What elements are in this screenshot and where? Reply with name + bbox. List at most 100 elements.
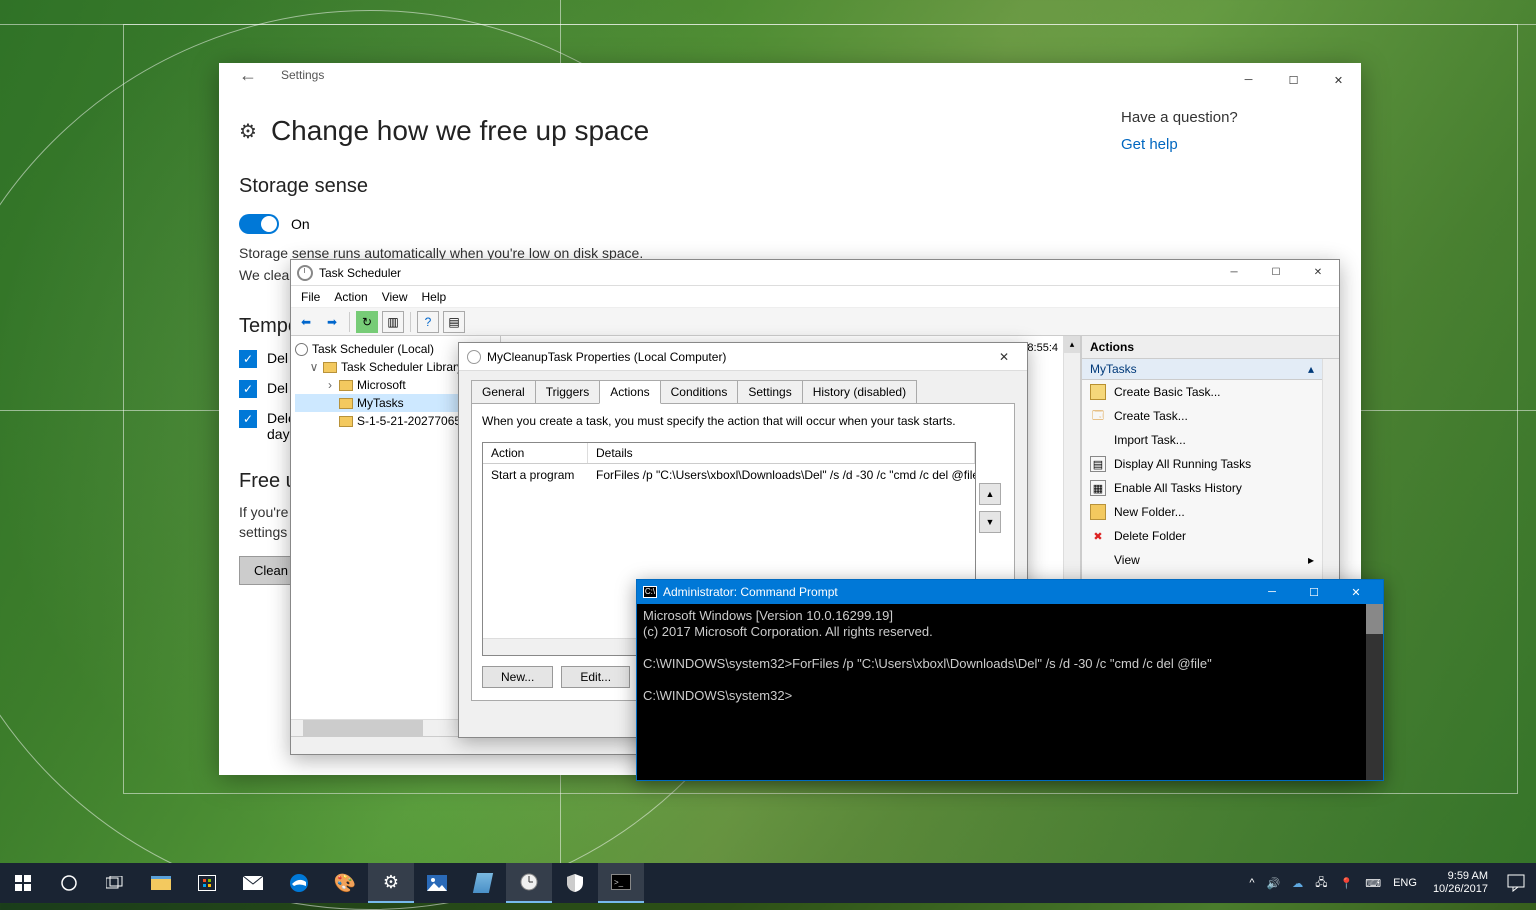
actions-instruction: When you create a task, you must specify…: [482, 414, 1004, 428]
tray-network-icon[interactable]: 🖧: [1315, 874, 1327, 893]
cmd-output[interactable]: Microsoft Windows [Version 10.0.16299.19…: [637, 604, 1383, 780]
toolbar-properties-icon[interactable]: ▥: [382, 311, 404, 333]
submenu-arrow-icon: ▸: [1308, 553, 1314, 567]
checkbox-3[interactable]: ✓: [239, 410, 257, 428]
move-down-button[interactable]: ▼: [979, 511, 1001, 533]
close-button[interactable]: ✕: [1316, 65, 1361, 95]
checkbox-2[interactable]: ✓: [239, 380, 257, 398]
task-scheduler-titlebar[interactable]: Task Scheduler ─ ☐ ✕: [291, 260, 1339, 286]
menu-action[interactable]: Action: [334, 290, 367, 304]
properties-icon: [467, 350, 481, 364]
checkbox-1-label: Del: [267, 350, 288, 366]
tray-language[interactable]: ENG: [1393, 877, 1417, 889]
properties-titlebar[interactable]: MyCleanupTask Properties (Local Computer…: [459, 343, 1027, 371]
tab-actions[interactable]: Actions: [599, 380, 660, 404]
maximize-button[interactable]: ☐: [1255, 261, 1297, 285]
new-action-button[interactable]: New...: [482, 666, 553, 688]
action-enable-history[interactable]: ▦Enable All Tasks History: [1082, 476, 1322, 500]
mail-button[interactable]: [230, 863, 276, 903]
storage-sense-toggle[interactable]: [239, 214, 279, 234]
taskbar-clock[interactable]: 9:59 AM 10/26/2017: [1425, 870, 1496, 896]
close-button[interactable]: ✕: [1335, 581, 1377, 603]
menu-help[interactable]: Help: [422, 290, 447, 304]
toggle-label: On: [291, 216, 310, 232]
column-details[interactable]: Details: [588, 443, 975, 463]
app-icon: [473, 873, 493, 893]
task-view-button[interactable]: [92, 863, 138, 903]
delete-icon: ✖: [1090, 528, 1106, 544]
minimize-button[interactable]: ─: [1251, 581, 1293, 603]
task-scheduler-taskbar-button[interactable]: [506, 863, 552, 903]
toolbar-forward-icon[interactable]: ➡: [321, 311, 343, 333]
tab-general[interactable]: General: [471, 380, 536, 404]
close-button[interactable]: ✕: [989, 350, 1019, 364]
action-create-task[interactable]: 🗔Create Task...: [1082, 404, 1322, 428]
folder-icon: [323, 362, 337, 373]
folder-icon: [339, 398, 353, 409]
app-name: Settings: [281, 68, 324, 82]
tray-onedrive-icon[interactable]: ☁: [1292, 877, 1303, 890]
cell-action: Start a program: [483, 466, 588, 484]
action-view[interactable]: View▸: [1082, 548, 1322, 572]
tray-keyboard-icon[interactable]: ⌨: [1365, 877, 1381, 890]
checkbox-1[interactable]: ✓: [239, 350, 257, 368]
history-icon: ▦: [1090, 480, 1106, 496]
tab-settings[interactable]: Settings: [737, 380, 802, 404]
actions-context[interactable]: MyTasks▴: [1082, 359, 1322, 380]
cmd-scrollbar[interactable]: [1366, 604, 1383, 780]
tab-conditions[interactable]: Conditions: [660, 380, 739, 404]
minimize-button[interactable]: ─: [1226, 65, 1271, 95]
close-button[interactable]: ✕: [1297, 261, 1339, 285]
clock-icon: [295, 343, 308, 356]
folder-icon: [339, 380, 353, 391]
minimize-button[interactable]: ─: [1213, 261, 1255, 285]
store-icon: [198, 875, 216, 891]
action-delete-folder[interactable]: ✖Delete Folder: [1082, 524, 1322, 548]
store-button[interactable]: [184, 863, 230, 903]
paint-button[interactable]: 🎨: [322, 863, 368, 903]
action-import-task[interactable]: Import Task...: [1082, 428, 1322, 452]
action-create-basic-task[interactable]: Create Basic Task...: [1082, 380, 1322, 404]
tray-location-icon[interactable]: 📍: [1340, 877, 1354, 890]
action-center-button[interactable]: [1496, 863, 1536, 903]
photos-button[interactable]: [414, 863, 460, 903]
tab-history[interactable]: History (disabled): [802, 380, 917, 404]
cmd-taskbar-button[interactable]: >_: [598, 863, 644, 903]
security-button[interactable]: [552, 863, 598, 903]
action-row[interactable]: Start a program ForFiles /p "C:\Users\xb…: [483, 464, 975, 486]
help-question: Have a question?: [1121, 109, 1341, 126]
maximize-button[interactable]: ☐: [1271, 65, 1316, 95]
file-explorer-button[interactable]: [138, 863, 184, 903]
edit-action-button[interactable]: Edit...: [561, 666, 630, 688]
task-scheduler-menubar: File Action View Help: [291, 286, 1339, 308]
toolbar-help-icon[interactable]: ?: [417, 311, 439, 333]
toolbar-back-icon[interactable]: ⬅: [295, 311, 317, 333]
toolbar-pane-icon[interactable]: ▤: [443, 311, 465, 333]
edge-button[interactable]: [276, 863, 322, 903]
cortana-button[interactable]: [46, 863, 92, 903]
action-display-running[interactable]: ▤Display All Running Tasks: [1082, 452, 1322, 476]
toolbar-refresh-icon[interactable]: ↻: [356, 311, 378, 333]
command-prompt-window: C:\ Administrator: Command Prompt ─ ☐ ✕ …: [636, 579, 1384, 781]
back-button[interactable]: ←: [239, 65, 257, 86]
tab-triggers[interactable]: Triggers: [535, 380, 601, 404]
menu-view[interactable]: View: [382, 290, 408, 304]
start-button[interactable]: [0, 863, 46, 903]
gear-icon: ⚙: [239, 119, 257, 144]
get-help-link[interactable]: Get help: [1121, 136, 1341, 153]
cmd-icon: C:\: [643, 586, 657, 598]
menu-file[interactable]: File: [301, 290, 320, 304]
task-icon: 🗔: [1090, 408, 1106, 424]
column-action[interactable]: Action: [483, 443, 588, 463]
tray-volume-icon[interactable]: 🔊: [1267, 877, 1281, 890]
maximize-button[interactable]: ☐: [1293, 581, 1335, 603]
collapse-icon[interactable]: ▴: [1308, 362, 1314, 376]
unknown-app-button[interactable]: [460, 863, 506, 903]
cmd-titlebar[interactable]: C:\ Administrator: Command Prompt ─ ☐ ✕: [637, 580, 1383, 604]
cmd-title: Administrator: Command Prompt: [663, 585, 1251, 599]
action-new-folder[interactable]: New Folder...: [1082, 500, 1322, 524]
tray-chevron-icon[interactable]: ^: [1249, 877, 1254, 889]
settings-taskbar-button[interactable]: ⚙: [368, 863, 414, 903]
import-icon: [1090, 432, 1106, 448]
move-up-button[interactable]: ▲: [979, 483, 1001, 505]
